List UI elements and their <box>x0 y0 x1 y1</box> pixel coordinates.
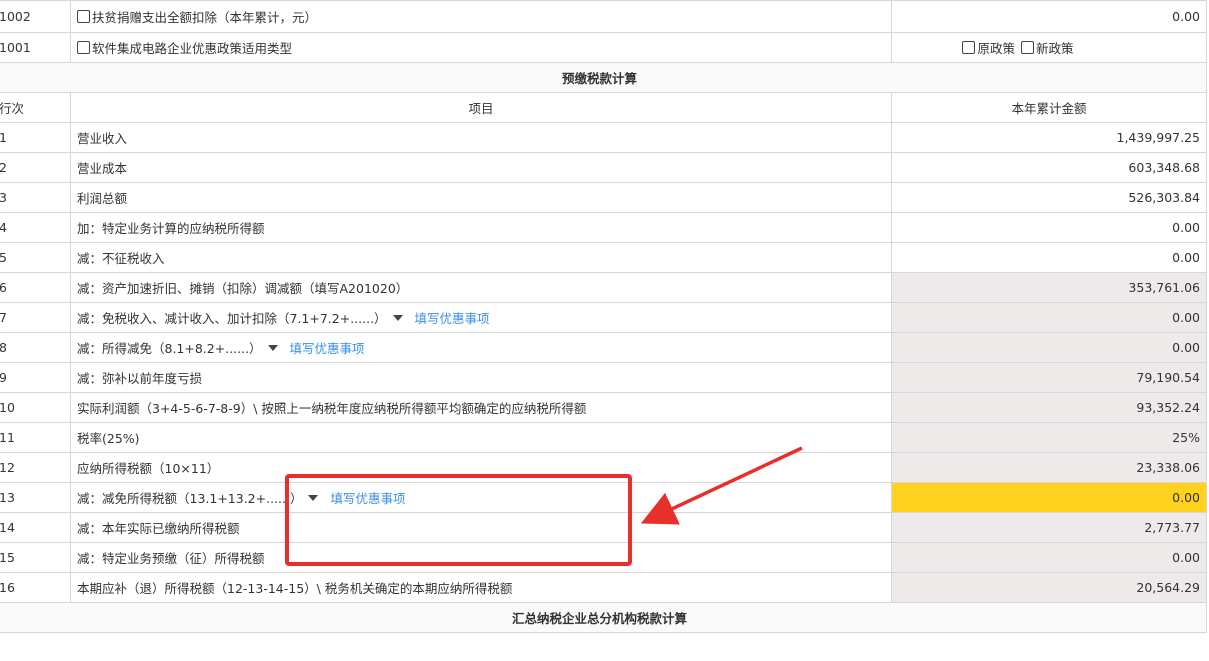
software-policy-checkbox[interactable] <box>77 41 90 54</box>
new-policy-checkbox[interactable] <box>1020 41 1034 54</box>
row-amount: 353,761.06 <box>891 272 1207 303</box>
row-label-cell: 减：减免所得税额（13.1+13.2+......） 填写优惠事项 <box>70 482 892 513</box>
row-number: 8 <box>0 332 71 363</box>
row-label: 减：特定业务预缴（征）所得税额 <box>70 542 892 573</box>
table-row: 3 利润总额 526,303.84 <box>0 182 1207 213</box>
row-amount: 20,564.29 <box>891 572 1207 603</box>
row-label: 减：免税收入、减计收入、加计扣除（7.1+7.2+......） <box>77 311 387 326</box>
table-row: 15 减：特定业务预缴（征）所得税额 0.00 <box>0 542 1207 573</box>
software-policy-label: 软件集成电路企业优惠政策适用类型 <box>92 41 293 56</box>
table-row: 10 实际利润额（3+4-5-6-7-8-9）\ 按照上一纳税年度应纳税所得额平… <box>0 392 1207 423</box>
row-number: 15 <box>0 542 71 573</box>
row-amount: 79,190.54 <box>891 362 1207 393</box>
table-row: 4 加：特定业务计算的应纳税所得额 0.00 <box>0 212 1207 243</box>
row-number: 11 <box>0 422 71 453</box>
row-label: 利润总额 <box>70 182 892 213</box>
row-amount[interactable]: 0.00 <box>891 242 1207 273</box>
footer-section-title: 汇总纳税企业总分机构税款计算 <box>0 602 1207 633</box>
row-number: 13 <box>0 482 71 513</box>
row-number: 4 <box>0 212 71 243</box>
row-label: 本期应补（退）所得税额（12-13-14-15）\ 税务机关确定的本期应纳所得税… <box>70 572 892 603</box>
row-amount: 0.00 <box>891 302 1207 333</box>
software-policy-cell: 软件集成电路企业优惠政策适用类型 <box>70 32 892 63</box>
row-label: 减：本年实际已缴纳所得税额 <box>70 512 892 543</box>
row-number: 3 <box>0 182 71 213</box>
fill-preferential-link[interactable]: 填写优惠事项 <box>290 341 365 356</box>
row-amount[interactable]: 1,439,997.25 <box>891 122 1207 153</box>
row-amount[interactable]: 0.00 <box>891 212 1207 243</box>
row-amount-highlighted: 0.00 <box>891 482 1207 513</box>
table-row: 11 税率(25%) 25% <box>0 422 1207 453</box>
row-amount: 0.00 <box>891 542 1207 573</box>
row-label: 减：减免所得税额（13.1+13.2+......） <box>77 491 303 506</box>
row-number: 1002 <box>0 0 71 33</box>
row-label: 减：不征税收入 <box>70 242 892 273</box>
section-header-row: 汇总纳税企业总分机构税款计算 <box>0 602 1207 633</box>
row-amount: 2,773.77 <box>891 512 1207 543</box>
row-label-cell: 减：所得减免（8.1+8.2+......） 填写优惠事项 <box>70 332 892 363</box>
new-policy-label: 新政策 <box>1035 41 1074 56</box>
fill-preferential-link[interactable]: 填写优惠事项 <box>415 311 490 326</box>
row-amount[interactable]: 526,303.84 <box>891 182 1207 213</box>
row-number: 5 <box>0 242 71 273</box>
row-number: 12 <box>0 452 71 483</box>
row-number: 6 <box>0 272 71 303</box>
tax-form-table: 1002 扶贫捐赠支出全额扣除（本年累计，元） 0.00 1001 软件集成电路… <box>0 0 1207 633</box>
table-row: 2 营业成本 603,348.68 <box>0 152 1207 183</box>
poverty-donation-label: 扶贫捐赠支出全额扣除（本年累计，元） <box>92 10 318 25</box>
table-row: 1001 软件集成电路企业优惠政策适用类型 原政策 新政策 <box>0 32 1207 63</box>
row-label: 减：弥补以前年度亏损 <box>70 362 892 393</box>
old-policy-label: 原政策 <box>977 41 1015 56</box>
row-label: 税率(25%) <box>70 422 892 453</box>
row-number: 7 <box>0 302 71 333</box>
row-amount: 93,352.24 <box>891 392 1207 423</box>
row-number: 1 <box>0 122 71 153</box>
row-label-cell: 减：免税收入、减计收入、加计扣除（7.1+7.2+......） 填写优惠事项 <box>70 302 892 333</box>
row-amount[interactable]: 603,348.68 <box>891 152 1207 183</box>
row-amount: 23,338.06 <box>891 452 1207 483</box>
old-policy-checkbox[interactable] <box>962 41 976 54</box>
row-label: 应纳所得税额（10×11） <box>70 452 892 483</box>
table-row: 1 营业收入 1,439,997.25 <box>0 122 1207 153</box>
row-label: 营业成本 <box>70 152 892 183</box>
row-label: 减：所得减免（8.1+8.2+......） <box>77 341 262 356</box>
poverty-donation-amount[interactable]: 0.00 <box>891 0 1207 33</box>
caret-down-icon[interactable] <box>308 495 319 501</box>
fill-preferential-link[interactable]: 填写优惠事项 <box>330 491 405 506</box>
table-row: 12 应纳所得税额（10×11） 23,338.06 <box>0 452 1207 483</box>
row-label: 营业收入 <box>70 122 892 153</box>
table-row: 5 减：不征税收入 0.00 <box>0 242 1207 273</box>
row-number: 1001 <box>0 32 71 63</box>
col-header-amount: 本年累计金额 <box>891 92 1207 123</box>
table-row: 7 减：免税收入、减计收入、加计扣除（7.1+7.2+......） 填写优惠事项… <box>0 302 1207 333</box>
policy-options-cell: 原政策 新政策 <box>891 32 1207 63</box>
table-row: 9 减：弥补以前年度亏损 79,190.54 <box>0 362 1207 393</box>
col-header-no: 行次 <box>0 92 71 123</box>
row-number: 14 <box>0 512 71 543</box>
poverty-donation-cell: 扶贫捐赠支出全额扣除（本年累计，元） <box>70 0 892 33</box>
row-number: 2 <box>0 152 71 183</box>
row-amount: 25% <box>891 422 1207 453</box>
row-number: 9 <box>0 362 71 393</box>
section-header-row: 预缴税款计算 <box>0 62 1207 93</box>
row-number: 10 <box>0 392 71 423</box>
table-row: 6 减：资产加速折旧、摊销（扣除）调减额（填写A201020） 353,761.… <box>0 272 1207 303</box>
caret-down-icon[interactable] <box>267 345 278 351</box>
row-label: 加：特定业务计算的应纳税所得额 <box>70 212 892 243</box>
col-header-item: 项目 <box>70 92 892 123</box>
row-label: 减：资产加速折旧、摊销（扣除）调减额（填写A201020） <box>70 272 892 303</box>
column-header-row: 行次 项目 本年累计金额 <box>0 92 1207 123</box>
row-amount: 0.00 <box>891 332 1207 363</box>
table-row: 16 本期应补（退）所得税额（12-13-14-15）\ 税务机关确定的本期应纳… <box>0 572 1207 603</box>
section-title: 预缴税款计算 <box>0 62 1207 93</box>
caret-down-icon[interactable] <box>392 315 403 321</box>
row-number: 16 <box>0 572 71 603</box>
row-label: 实际利润额（3+4-5-6-7-8-9）\ 按照上一纳税年度应纳税所得额平均额确… <box>70 392 892 423</box>
table-row: 8 减：所得减免（8.1+8.2+......） 填写优惠事项 0.00 <box>0 332 1207 363</box>
table-row: 14 减：本年实际已缴纳所得税额 2,773.77 <box>0 512 1207 543</box>
table-row: 1002 扶贫捐赠支出全额扣除（本年累计，元） 0.00 <box>0 0 1207 33</box>
table-row: 13 减：减免所得税额（13.1+13.2+......） 填写优惠事项 0.00 <box>0 482 1207 513</box>
poverty-donation-checkbox[interactable] <box>77 10 90 23</box>
